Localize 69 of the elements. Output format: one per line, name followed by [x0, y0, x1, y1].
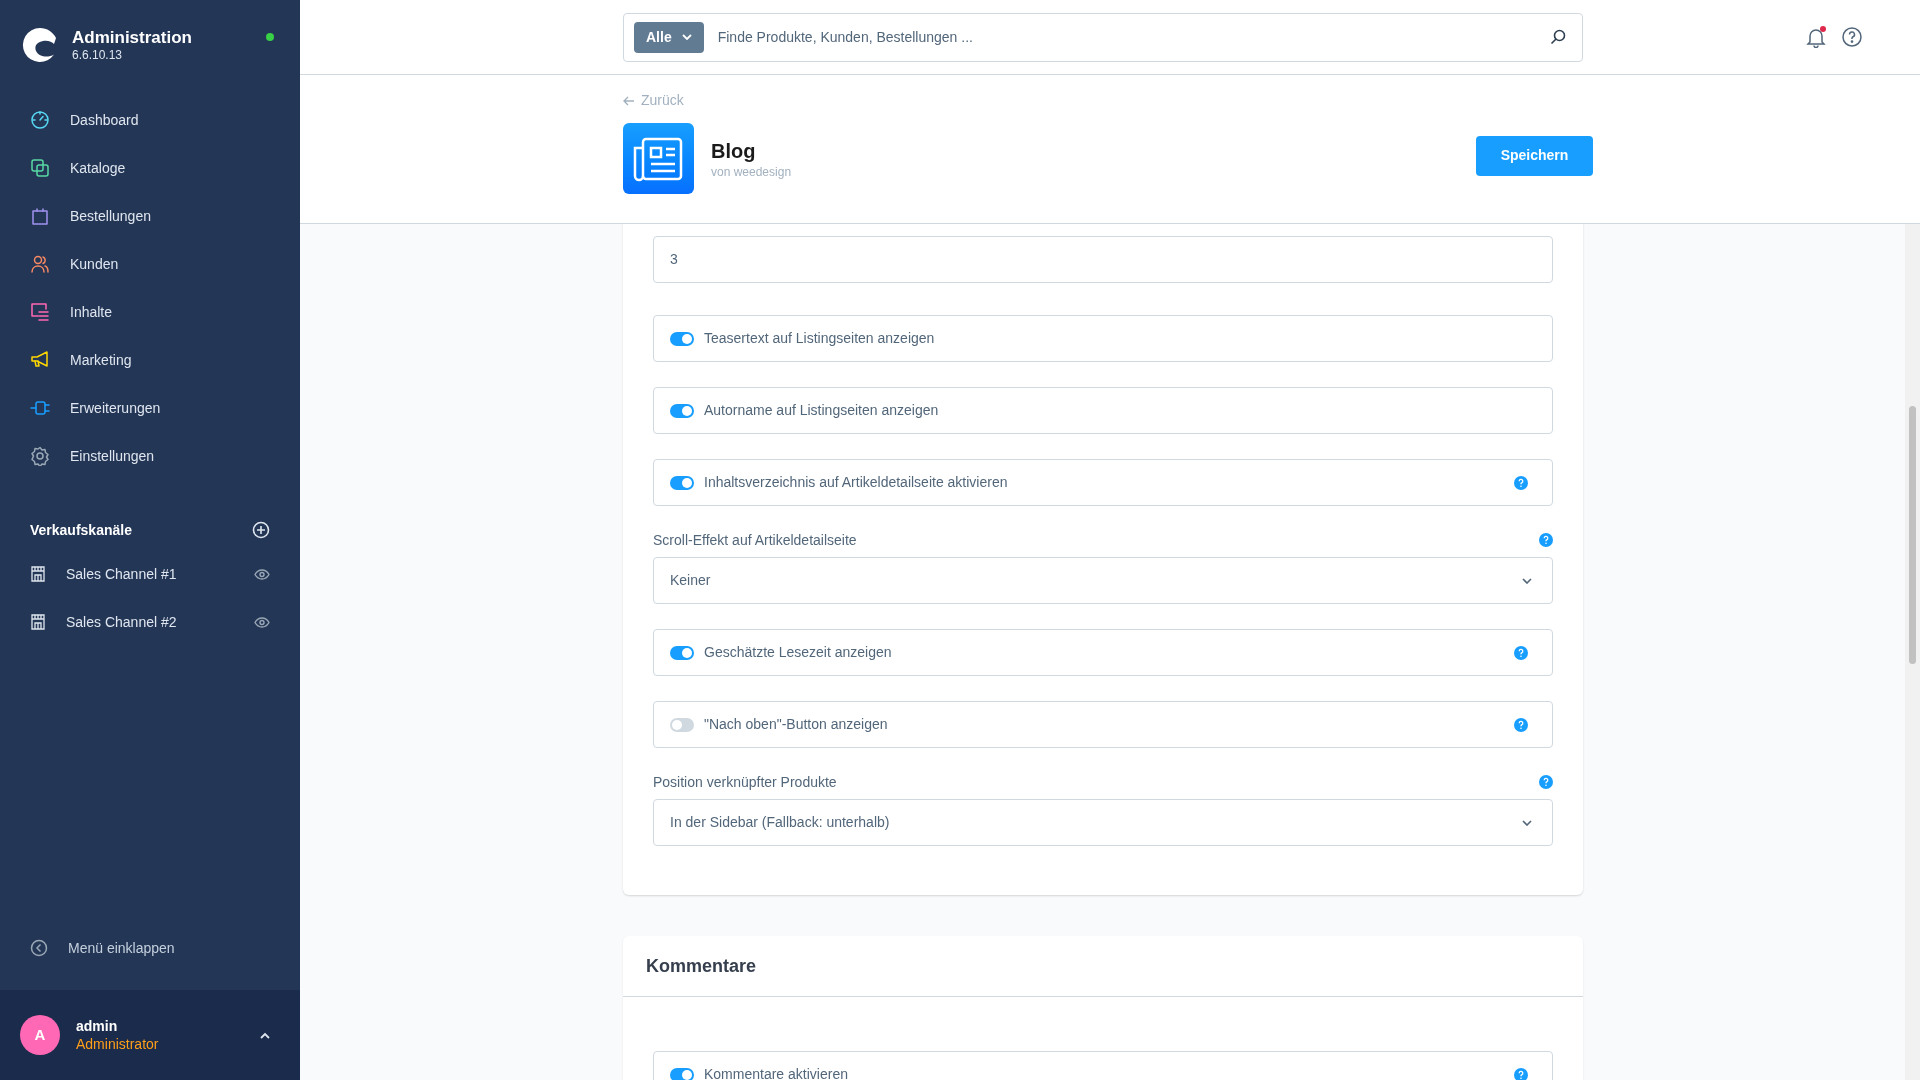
toggle-label: Kommentare aktivieren	[704, 1065, 848, 1080]
search-field[interactable]: Alle Finde Produkte, Kunden, Bestellungen ...	[623, 12, 1583, 62]
help-icon[interactable]	[1514, 717, 1528, 732]
toggle-label: Geschätzte Lesezeit anzeigen	[704, 643, 892, 662]
help-icon[interactable]	[1539, 533, 1553, 547]
arrow-left-icon	[623, 95, 635, 106]
toggle-label: Inhaltsverzeichnis auf Artikeldetailseite aktivieren	[704, 473, 1008, 492]
storefront-icon	[30, 614, 46, 630]
user-role: Administrator	[76, 1035, 159, 1053]
app-title: Administration	[72, 28, 192, 48]
field-label: Position verknüpfter Produkte	[653, 772, 837, 792]
toggle-label: Autorname auf Listingseiten anzeigen	[704, 401, 939, 420]
logo-icon	[22, 27, 58, 63]
help-icon[interactable]	[1539, 775, 1553, 789]
caret-icon	[681, 34, 692, 40]
gauge-icon[interactable]	[30, 110, 50, 130]
storefront-icon	[30, 566, 46, 582]
list-icon[interactable]	[30, 302, 50, 322]
vendor-text: von weedesign	[711, 163, 792, 180]
toggle-switch[interactable]	[670, 475, 694, 490]
megaphone-icon[interactable]	[30, 350, 50, 370]
eye-icon[interactable]	[254, 616, 270, 628]
users-icon[interactable]	[30, 254, 50, 274]
nav-item[interactable]: Kunden	[70, 253, 119, 275]
version-text: 6.6.10.13	[72, 48, 124, 62]
notification-bell-icon[interactable]	[1805, 26, 1827, 48]
nav-item[interactable]: Kataloge	[70, 157, 126, 179]
chevron-up-icon[interactable]	[260, 1031, 270, 1039]
sales-channel-item[interactable]: Sales Channel #2	[66, 611, 177, 633]
plugin-icon	[623, 123, 694, 194]
nav-item[interactable]: Bestellungen	[70, 205, 151, 227]
field-label: Scroll-Effekt auf Artikeldetailseite	[653, 530, 857, 550]
scrollbar-thumb[interactable]	[1909, 406, 1916, 664]
copies-icon[interactable]	[30, 158, 50, 178]
help-icon[interactable]	[1514, 475, 1528, 490]
input-field[interactable]: 3	[653, 236, 1553, 283]
toggle-label: "Nach oben"-Button anzeigen	[704, 715, 888, 734]
eye-icon[interactable]	[254, 568, 270, 580]
sales-channel-item[interactable]: Sales Channel #1	[66, 563, 177, 585]
user-name: admin	[76, 1017, 119, 1035]
search-icon[interactable]	[1550, 29, 1566, 45]
chevron-down-icon	[1522, 819, 1532, 826]
help-icon[interactable]	[1514, 645, 1528, 660]
scope-dropdown[interactable]: Alle	[634, 21, 704, 53]
nav-item[interactable]: Inhalte	[70, 301, 113, 323]
nav-item[interactable]: Einstellungen	[70, 445, 155, 467]
collapse-icon[interactable]	[30, 939, 48, 957]
plug-icon[interactable]	[30, 398, 50, 418]
toggle-switch[interactable]	[670, 1067, 694, 1080]
toggle-switch[interactable]	[670, 331, 694, 346]
chevron-down-icon	[1522, 577, 1532, 584]
help-icon[interactable]	[1841, 26, 1863, 48]
nav-item[interactable]: Dashboard	[70, 109, 139, 131]
select-field[interactable]: Keiner	[653, 557, 1553, 604]
toggle-switch[interactable]	[670, 717, 694, 732]
toggle-switch[interactable]	[670, 403, 694, 418]
section-title: Verkaufskanäle	[30, 520, 132, 540]
nav-item[interactable]: Erweiterungen	[70, 397, 161, 419]
settings-icon[interactable]	[30, 446, 50, 466]
add-icon[interactable]	[252, 521, 270, 539]
toggle-label: Teasertext auf Listingseiten anzeigen	[704, 329, 935, 348]
nav-item[interactable]: Marketing	[70, 349, 132, 371]
select-field[interactable]: In der Sidebar (Fallback: unterhalb)	[653, 799, 1553, 846]
user-avatar: A	[20, 1015, 60, 1055]
help-icon[interactable]	[1514, 1067, 1528, 1080]
toggle-switch[interactable]	[670, 645, 694, 660]
collapse-menu-link[interactable]: Menü einklappen	[68, 937, 175, 959]
card-title: Kommentare	[646, 954, 757, 978]
page-title: Blog	[711, 138, 757, 164]
